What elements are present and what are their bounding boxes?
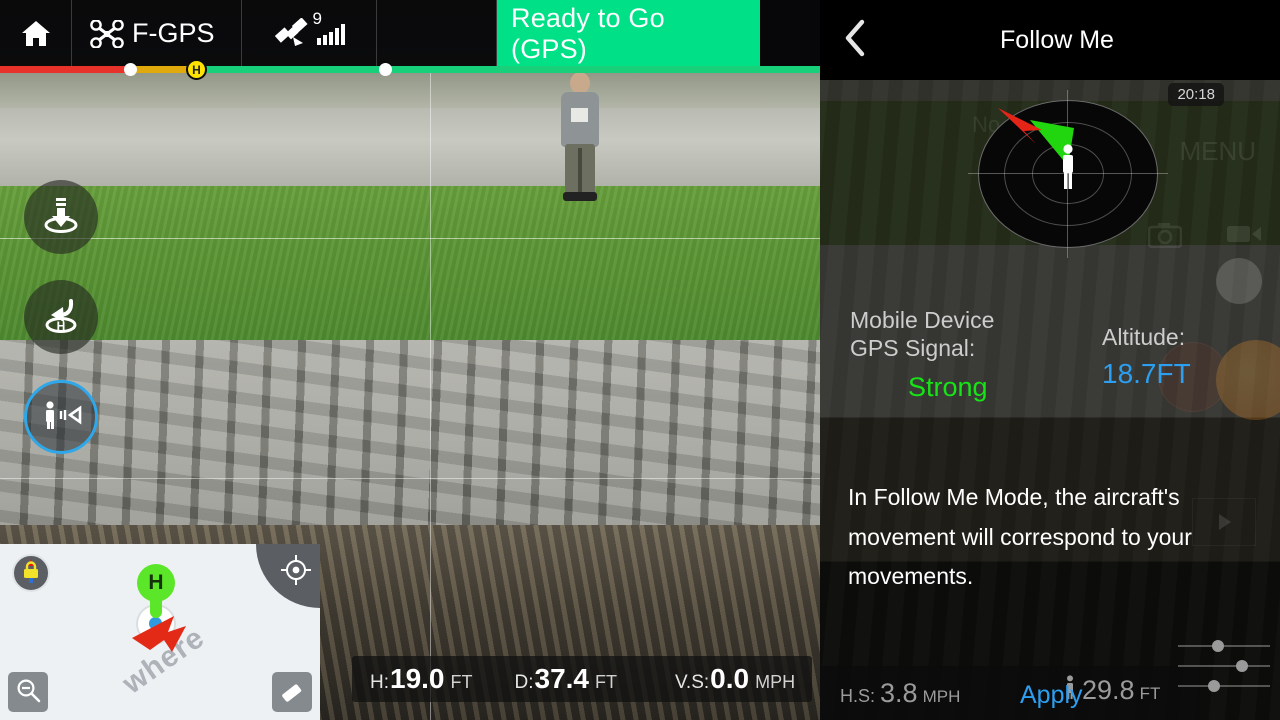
- battery-threshold-marker-1: [124, 63, 137, 76]
- apply-button[interactable]: Apply: [1020, 681, 1083, 710]
- distance-unit: FT: [595, 672, 617, 692]
- flight-mode-indicator[interactable]: F-GPS: [72, 0, 242, 67]
- panel-bottom-bar: H.S: 3.8 MPH 29.8 FT Apply: [820, 666, 1200, 720]
- person-icon: [1058, 144, 1078, 190]
- horizontal-speed-value: 3.8: [880, 677, 918, 708]
- back-button[interactable]: [820, 0, 890, 80]
- satellite-icon: 9: [273, 9, 322, 50]
- distance-key: D:: [514, 672, 534, 693]
- distance-value: 37.4: [534, 663, 590, 694]
- battery-critical-segment: [0, 66, 130, 73]
- svg-text:H: H: [57, 319, 66, 333]
- feed-walkway: [0, 108, 820, 188]
- map-lock-button[interactable]: [12, 554, 50, 592]
- gps-signal-value: Strong: [908, 372, 988, 402]
- gps-signal-label: Mobile Device GPS Signal:: [850, 306, 994, 362]
- menu-label[interactable]: MENU: [1179, 136, 1256, 167]
- flight-telemetry-bar: H: 19.0 FT D: 37.4 FT V.S: 0.0 MPH: [352, 656, 812, 702]
- reticle-horizontal-line-2: [0, 478, 820, 479]
- video-camera-icon[interactable]: [1226, 222, 1262, 251]
- feed-subject-person: [556, 72, 604, 202]
- map-locate-button[interactable]: [256, 544, 320, 608]
- vertical-speed-value: 0.0: [710, 663, 750, 694]
- horizontal-speed-unit: MPH: [922, 686, 961, 706]
- follow-me-description: In Follow Me Mode, the aircraft's moveme…: [848, 484, 1192, 590]
- satellite-count: 9: [312, 8, 322, 28]
- follow-me-icon: [39, 400, 83, 435]
- panel-record-indicator[interactable]: [1216, 340, 1280, 420]
- map-zoom-out-button[interactable]: [8, 672, 48, 712]
- feed-grass: [0, 186, 820, 344]
- drone-controller-screen: F-GPS 9 Ready to Go (GPS) H H where H H:…: [0, 0, 1280, 720]
- battery-threshold-marker-2: [379, 63, 392, 76]
- height-value: 19.0: [390, 663, 445, 694]
- battery-home-marker: H: [186, 59, 207, 80]
- map-erase-button[interactable]: [272, 672, 312, 712]
- reticle-vertical-line: [430, 70, 431, 720]
- panel-header: Follow Me: [820, 0, 1280, 80]
- auto-landing-button[interactable]: [24, 180, 98, 254]
- flight-mode-button-group: H: [24, 180, 98, 454]
- vertical-speed-key: V.S:: [675, 672, 710, 693]
- follow-me-panel: MENU No SD Card: [820, 0, 1280, 720]
- return-home-icon: H: [39, 293, 83, 342]
- drone-icon: [90, 18, 124, 49]
- reticle-horizontal-line: [0, 238, 820, 239]
- altitude-label: Altitude:: [1102, 324, 1186, 350]
- vertical-speed-unit: MPH: [755, 672, 796, 692]
- settings-sliders-icon[interactable]: [1178, 636, 1270, 696]
- height-key: H:: [370, 672, 389, 693]
- flight-mode-label: F-GPS: [132, 18, 215, 48]
- horizontal-speed-key: H.S:: [840, 685, 876, 706]
- eraser-icon: [279, 677, 305, 708]
- status-bar-tail: [760, 0, 820, 67]
- telemetry-vertical-speed: V.S: 0.0 MPH: [675, 663, 795, 695]
- panel-title: Follow Me: [1000, 25, 1114, 54]
- crosshair-locate-icon: [280, 554, 312, 591]
- horizontal-speed-readout: H.S: 3.8 MPH: [840, 678, 960, 709]
- gps-signal-label-line1: Mobile Device: [850, 307, 995, 333]
- map-home-pin: H: [137, 564, 175, 618]
- aircraft-arrow-icon: [996, 104, 1060, 154]
- follow-me-radar: [968, 90, 1168, 258]
- home-button[interactable]: [0, 0, 72, 67]
- landing-icon: [39, 193, 83, 242]
- map-lock-icon: [18, 558, 44, 589]
- return-to-home-button[interactable]: H: [24, 280, 98, 354]
- top-status-bar: F-GPS 9 Ready to Go (GPS): [0, 0, 820, 67]
- flight-timer: 20:18: [1168, 83, 1224, 106]
- status-badge: Ready to Go (GPS): [497, 0, 760, 67]
- follow-me-button[interactable]: [24, 380, 98, 454]
- back-chevron-icon: [843, 19, 867, 62]
- shutter-button[interactable]: [1216, 258, 1262, 304]
- gps-signal-label-line2: GPS Signal:: [850, 335, 976, 362]
- satellite-status[interactable]: 9: [242, 0, 377, 67]
- home-icon: [21, 20, 51, 47]
- battery-good-segment: [196, 66, 820, 73]
- altitude-value: 18.7FT: [1102, 358, 1191, 389]
- telemetry-distance: D: 37.4 FT: [515, 663, 618, 695]
- person-distance-unit: FT: [1139, 684, 1161, 703]
- battery-level-bar: H: [0, 59, 820, 80]
- status-bar-spacer: [377, 0, 497, 67]
- person-distance-value: 29.8: [1082, 675, 1135, 705]
- mini-map[interactable]: where H: [0, 544, 320, 720]
- feed-rock-wall: [0, 340, 820, 540]
- zoom-out-icon: [15, 677, 41, 708]
- height-unit: FT: [450, 672, 473, 692]
- telemetry-height: H: 19.0 FT: [370, 663, 473, 695]
- map-home-pin-label: H: [148, 571, 164, 594]
